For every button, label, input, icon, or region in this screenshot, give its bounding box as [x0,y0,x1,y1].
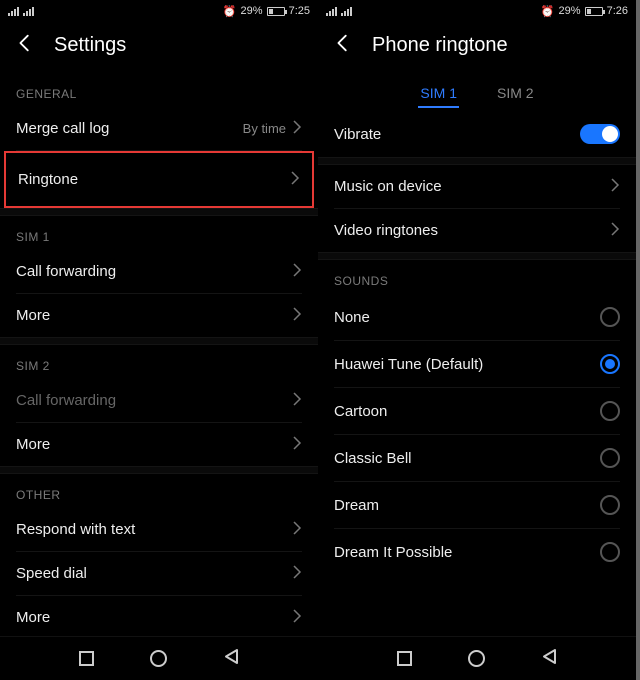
section-sounds: SOUNDS [318,260,636,294]
signal-icon [326,7,337,16]
row-sound[interactable]: Cartoon [318,388,636,434]
battery-icon [585,7,603,16]
titlebar: Settings [0,22,318,73]
row-sound[interactable]: Classic Bell [318,435,636,481]
titlebar: Phone ringtone [318,22,636,73]
row-label: Call forwarding [16,263,116,280]
section-sim2: SIM 2 [0,345,318,379]
clock-time: 7:26 [607,5,628,17]
nav-recent-icon[interactable] [397,651,412,666]
signal-icon [23,7,34,16]
row-label: Call forwarding [16,392,116,409]
page-title: Phone ringtone [372,34,508,57]
row-ringtone[interactable]: Ringtone [6,153,312,206]
nav-home-icon[interactable] [468,650,485,667]
row-merge-call-log[interactable]: Merge call log By time [0,107,318,150]
row-music-on-device[interactable]: Music on device [318,165,636,208]
row-label: Respond with text [16,521,135,538]
screen-settings: ⏰ 29% 7:25 Settings GENERAL Merge call l… [0,0,318,680]
tabs: SIM 1 SIM 2 [318,73,636,111]
row-label: Ringtone [18,171,78,188]
row-sim1-more[interactable]: More [0,294,318,337]
row-sound[interactable]: None [318,294,636,340]
chevron-right-icon [292,609,302,626]
statusbar: ⏰ 29% 7:25 [0,0,318,22]
screen-ringtone: ⏰ 29% 7:26 Phone ringtone SIM 1 SIM 2 Vi… [318,0,636,680]
row-video-ringtones[interactable]: Video ringtones [318,209,636,252]
radio-icon[interactable] [600,542,620,562]
row-label: Video ringtones [334,222,438,239]
row-vibrate[interactable]: Vibrate [318,111,636,157]
row-other-more[interactable]: More [0,596,318,636]
sound-label: Dream [334,497,379,514]
radio-icon[interactable] [600,401,620,421]
sound-label: None [334,309,370,326]
radio-icon[interactable] [600,354,620,374]
row-label: More [16,307,50,324]
sound-label: Dream It Possible [334,544,452,561]
nav-back-icon[interactable] [541,648,558,670]
sound-label: Cartoon [334,403,387,420]
row-sim1-forwarding[interactable]: Call forwarding [0,250,318,293]
sound-label: Classic Bell [334,450,412,467]
battery-percent: 29% [241,5,263,17]
nav-recent-icon[interactable] [79,651,94,666]
radio-icon[interactable] [600,495,620,515]
row-sound[interactable]: Dream It Possible [318,529,636,575]
alarm-icon: ⏰ [541,5,555,18]
row-value: By time [243,121,286,136]
back-icon[interactable] [332,32,354,59]
row-speed-dial[interactable]: Speed dial [0,552,318,595]
navbar [318,636,636,680]
battery-icon [267,7,285,16]
row-label: Vibrate [334,126,381,143]
row-sound[interactable]: Huawei Tune (Default) [318,341,636,387]
row-label: Merge call log [16,120,109,137]
chevron-right-icon [292,436,302,453]
row-sound[interactable]: Dream [318,482,636,528]
clock-time: 7:25 [289,5,310,17]
row-label: More [16,436,50,453]
row-respond[interactable]: Respond with text [0,508,318,551]
alarm-icon: ⏰ [223,5,237,18]
section-sim1: SIM 1 [0,216,318,250]
battery-percent: 29% [559,5,581,17]
back-icon[interactable] [14,32,36,59]
chevron-right-icon [610,178,620,195]
chevron-right-icon [292,120,302,137]
signal-icon [8,7,19,16]
statusbar: ⏰ 29% 7:26 [318,0,636,22]
row-label: Speed dial [16,565,87,582]
chevron-right-icon [292,392,302,409]
chevron-right-icon [292,307,302,324]
radio-icon[interactable] [600,307,620,327]
tab-sim2[interactable]: SIM 2 [495,79,536,111]
row-sim2-forwarding: Call forwarding [0,379,318,422]
chevron-right-icon [292,263,302,280]
page-title: Settings [54,34,126,57]
section-other: OTHER [0,474,318,508]
section-general: GENERAL [0,73,318,107]
toggle-vibrate[interactable] [580,124,620,144]
row-sim2-more[interactable]: More [0,423,318,466]
sound-label: Huawei Tune (Default) [334,356,483,373]
signal-icon [341,7,352,16]
chevron-right-icon [292,565,302,582]
tab-sim1[interactable]: SIM 1 [418,79,459,111]
row-label: Music on device [334,178,442,195]
chevron-right-icon [292,521,302,538]
radio-icon[interactable] [600,448,620,468]
chevron-right-icon [290,171,300,188]
chevron-right-icon [610,222,620,239]
highlight-ringtone: Ringtone [4,151,314,208]
nav-back-icon[interactable] [223,648,240,670]
navbar [0,636,318,680]
nav-home-icon[interactable] [150,650,167,667]
row-label: More [16,609,50,626]
